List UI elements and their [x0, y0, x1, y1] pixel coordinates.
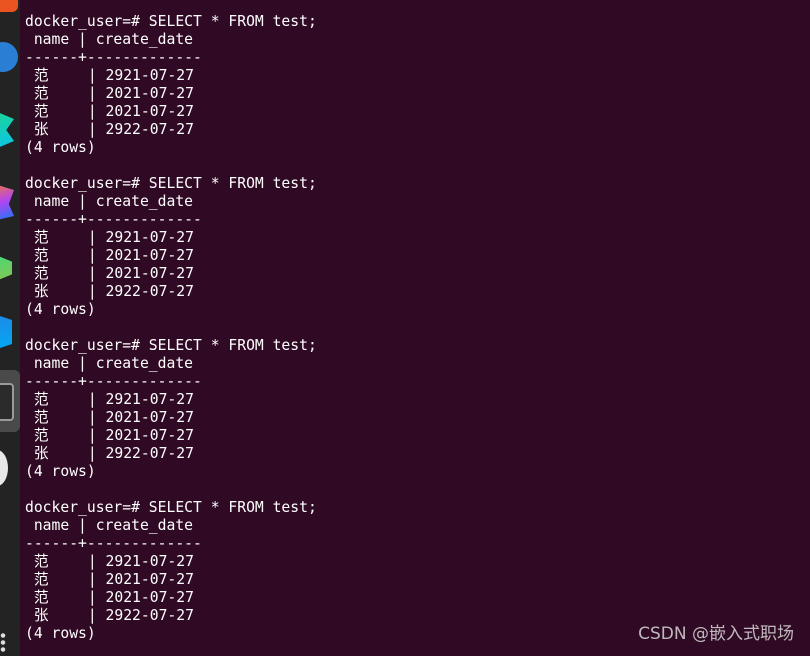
watermark: CSDN @嵌入式职场 — [638, 624, 794, 644]
clion-icon[interactable] — [0, 312, 12, 352]
cell-separator: | — [87, 553, 97, 570]
table-row: 范 | 2921-07-27 — [25, 67, 317, 85]
browser-icon[interactable] — [0, 42, 18, 72]
table-row: 范 | 2921-07-27 — [25, 391, 317, 409]
table-divider: ------+------------- — [25, 211, 202, 228]
cell-name: 范 — [33, 427, 49, 444]
table-header: name | create_date — [25, 355, 194, 372]
cell-create-date: 2021-07-27 — [105, 265, 194, 282]
cell-name: 范 — [33, 571, 49, 588]
cell-name: 范 — [33, 247, 49, 264]
table-row: 张 | 2922-07-27 — [25, 283, 317, 301]
cell-create-date: 2021-07-27 — [105, 427, 194, 444]
table-divider: ------+------------- — [25, 535, 202, 552]
ubuntu-software-icon[interactable] — [0, 0, 18, 12]
table-divider: ------+------------- — [25, 373, 202, 390]
table-row: 范 | 2921-07-27 — [25, 553, 317, 571]
cell-name: 范 — [33, 265, 49, 282]
cell-create-date: 2021-07-27 — [105, 571, 194, 588]
table-row: 范 | 2021-07-27 — [25, 589, 317, 607]
terminal-output[interactable]: docker_user=# SELECT * FROM test; name |… — [25, 13, 317, 656]
command-prompt: docker_user=# SELECT * FROM test; — [25, 337, 317, 354]
table-row: 范 | 2921-07-27 — [25, 229, 317, 247]
disc-icon[interactable] — [0, 450, 8, 486]
terminal-icon[interactable] — [0, 383, 14, 421]
cell-name: 张 — [33, 283, 49, 300]
cell-separator: | — [87, 67, 97, 84]
cell-name: 范 — [33, 409, 49, 426]
command-prompt: docker_user=# SELECT * FROM test; — [25, 175, 317, 192]
table-row: 张 | 2922-07-27 — [25, 607, 317, 625]
cell-separator: | — [87, 103, 97, 120]
cell-separator: | — [87, 265, 97, 282]
cell-create-date: 2921-07-27 — [105, 553, 194, 570]
jetbrains-toolbox-icon[interactable] — [0, 182, 14, 222]
cell-separator: | — [87, 283, 97, 300]
cell-separator: | — [87, 121, 97, 138]
command-prompt: docker_user=# SELECT * FROM test; — [25, 13, 317, 30]
cell-name: 范 — [33, 103, 49, 120]
cell-separator: | — [87, 607, 97, 624]
table-row: 范 | 2021-07-27 — [25, 409, 317, 427]
query-block: docker_user=# SELECT * FROM test; name |… — [25, 337, 317, 481]
cell-name: 范 — [33, 85, 49, 102]
cell-create-date: 2921-07-27 — [105, 67, 194, 84]
cell-name: 张 — [33, 121, 49, 138]
cell-separator: | — [87, 391, 97, 408]
table-header: name | create_date — [25, 193, 194, 210]
cell-create-date: 2922-07-27 — [105, 607, 194, 624]
row-count: (4 rows) — [25, 463, 96, 480]
cell-create-date: 2021-07-27 — [105, 85, 194, 102]
query-block: docker_user=# SELECT * FROM test; name |… — [25, 499, 317, 643]
table-row: 范 | 2021-07-27 — [25, 247, 317, 265]
cell-separator: | — [87, 247, 97, 264]
cell-name: 范 — [33, 67, 49, 84]
cell-name: 张 — [33, 607, 49, 624]
cell-separator: | — [87, 445, 97, 462]
table-row: 范 | 2021-07-27 — [25, 265, 317, 283]
table-row: 张 | 2922-07-27 — [25, 121, 317, 139]
query-block: docker_user=# SELECT * FROM test; name |… — [25, 175, 317, 319]
android-studio-icon[interactable] — [0, 252, 12, 284]
cell-separator: | — [87, 571, 97, 588]
table-row: 张 | 2922-07-27 — [25, 445, 317, 463]
cell-name: 范 — [33, 589, 49, 606]
cell-name: 范 — [33, 229, 49, 246]
desktop-screen: docker_user=# SELECT * FROM test; name |… — [0, 0, 810, 656]
cell-create-date: 2921-07-27 — [105, 229, 194, 246]
row-count: (4 rows) — [25, 139, 96, 156]
cell-separator: | — [87, 589, 97, 606]
dock — [0, 0, 20, 656]
row-count: (4 rows) — [25, 625, 96, 642]
command-prompt: docker_user=# SELECT * FROM test; — [25, 499, 317, 516]
row-count: (4 rows) — [25, 301, 96, 318]
cell-create-date: 2021-07-27 — [105, 409, 194, 426]
cell-create-date: 2021-07-27 — [105, 247, 194, 264]
cell-create-date: 2922-07-27 — [105, 283, 194, 300]
cell-name: 张 — [33, 445, 49, 462]
app-grid-icon[interactable] — [0, 632, 6, 652]
cell-create-date: 2922-07-27 — [105, 121, 194, 138]
cell-separator: | — [87, 427, 97, 444]
table-header: name | create_date — [25, 517, 194, 534]
table-row: 范 | 2021-07-27 — [25, 85, 317, 103]
cell-create-date: 2921-07-27 — [105, 391, 194, 408]
table-row: 范 | 2021-07-27 — [25, 103, 317, 121]
cell-separator: | — [87, 229, 97, 246]
table-row: 范 | 2021-07-27 — [25, 571, 317, 589]
table-row: 范 | 2021-07-27 — [25, 427, 317, 445]
cell-name: 范 — [33, 391, 49, 408]
query-block: docker_user=# SELECT * FROM test; name |… — [25, 13, 317, 157]
table-header: name | create_date — [25, 31, 194, 48]
cell-separator: | — [87, 85, 97, 102]
cell-separator: | — [87, 409, 97, 426]
cell-create-date: 2922-07-27 — [105, 445, 194, 462]
pycharm-icon[interactable] — [0, 108, 14, 152]
cell-name: 范 — [33, 553, 49, 570]
cell-create-date: 2021-07-27 — [105, 103, 194, 120]
cell-create-date: 2021-07-27 — [105, 589, 194, 606]
table-divider: ------+------------- — [25, 49, 202, 66]
